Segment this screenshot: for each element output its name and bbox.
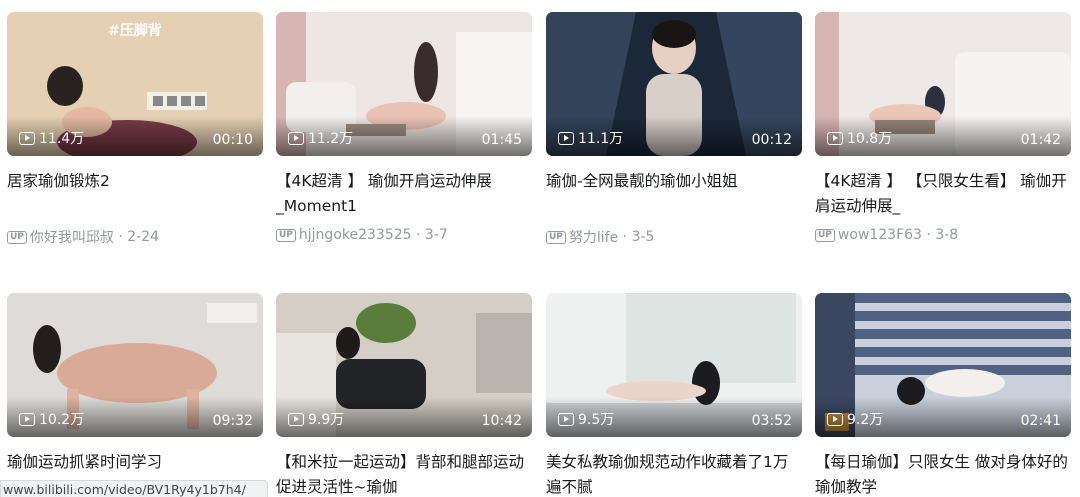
video-title[interactable]: 【每日瑜伽】只限女生 做对身体好的瑜伽教学 (815, 450, 1071, 497)
view-count: 9.2万 (847, 412, 884, 428)
video-title[interactable]: 居家瑜伽锻炼2 (7, 169, 263, 219)
play-count-icon (288, 412, 304, 426)
play-count-icon (19, 131, 35, 145)
view-count: 10.2万 (39, 412, 85, 428)
up-icon: UP (546, 230, 566, 244)
view-count: 9.5万 (578, 412, 615, 428)
video-duration: 10:42 (481, 413, 522, 429)
video-duration: 03:52 (751, 413, 792, 429)
video-card[interactable]: 9.5万 03:52 美女私教瑜伽规范动作收藏着了1万遍不腻 (546, 293, 802, 497)
author-name[interactable]: 你好我叫邱叔 (30, 227, 114, 247)
view-count: 11.1万 (578, 131, 624, 147)
video-thumbnail[interactable]: 9.5万 03:52 (546, 293, 802, 437)
play-count-icon (288, 131, 304, 145)
video-meta: UP hjjngoke233525 · 3-7 (276, 227, 532, 243)
up-icon: UP (815, 228, 835, 242)
up-icon: UP (7, 230, 27, 244)
video-title[interactable]: 【4K超清 】 瑜伽开肩运动伸展_Moment1 (276, 169, 532, 219)
video-duration: 01:45 (481, 132, 522, 148)
play-count-icon (558, 131, 574, 145)
video-thumbnail[interactable]: 10.2万 09:32 (7, 293, 263, 437)
video-card[interactable]: 10.8万 01:42 【4K超清 】 【只限女生看】 瑜伽开肩运动伸展_ UP… (815, 12, 1071, 243)
video-duration: 02:41 (1020, 413, 1061, 429)
video-title[interactable]: 【和米拉一起运动】背部和腿部运动促进灵活性~瑜伽 (276, 450, 532, 497)
publish-date: 3-5 (631, 229, 655, 245)
author-name[interactable]: wow123F63 (838, 227, 922, 243)
view-count: 11.4万 (39, 131, 85, 147)
video-meta: UP wow123F63 · 3-8 (815, 227, 1071, 243)
video-duration: 09:32 (212, 413, 253, 429)
video-card[interactable]: 10.2万 09:32 瑜伽运动抓紧时间学习 (7, 293, 263, 497)
hashtag-label: #压脚背 (108, 23, 162, 39)
video-card[interactable]: #压脚背 11.4万 00:10 居家瑜伽锻炼2 UP 你好我叫邱叔 · 2-2… (7, 12, 263, 247)
video-title[interactable]: 【4K超清 】 【只限女生看】 瑜伽开肩运动伸展_ (815, 169, 1071, 219)
status-url-bar: www.bilibili.com/video/BV1Ry4y1b7h4/ (0, 480, 268, 497)
video-thumbnail[interactable]: 11.2万 01:45 (276, 12, 532, 156)
publish-date: 3-7 (424, 227, 448, 243)
play-count-icon (558, 412, 574, 426)
video-card[interactable]: 11.1万 00:12 瑜伽-全网最靓的瑜伽小姐姐 UP 努力life · 3-… (546, 12, 802, 247)
publish-date: 2-24 (127, 229, 160, 245)
video-duration: 00:12 (751, 132, 792, 148)
video-thumbnail[interactable]: #压脚背 11.4万 00:10 (7, 12, 263, 156)
video-thumbnail[interactable]: 10.8万 01:42 (815, 12, 1071, 156)
play-count-icon (19, 412, 35, 426)
video-title[interactable]: 瑜伽-全网最靓的瑜伽小姐姐 (546, 169, 802, 219)
video-duration: 00:10 (212, 132, 253, 148)
play-count-icon (827, 131, 843, 145)
video-thumbnail[interactable]: 9.2万 02:41 (815, 293, 1071, 437)
publish-date: 3-8 (935, 227, 959, 243)
video-thumbnail[interactable]: 9.9万 10:42 (276, 293, 532, 437)
view-count: 10.8万 (847, 131, 893, 147)
author-name[interactable]: 努力life (569, 227, 618, 247)
play-count-icon (827, 412, 843, 426)
view-count: 11.2万 (308, 131, 354, 147)
video-thumbnail[interactable]: 11.1万 00:12 (546, 12, 802, 156)
video-card[interactable]: 9.2万 02:41 【每日瑜伽】只限女生 做对身体好的瑜伽教学 (815, 293, 1071, 497)
view-count: 9.9万 (308, 412, 345, 428)
up-icon: UP (276, 228, 296, 242)
author-name[interactable]: hjjngoke233525 (299, 227, 412, 243)
video-title[interactable]: 美女私教瑜伽规范动作收藏着了1万遍不腻 (546, 450, 802, 497)
video-grid: #压脚背 11.4万 00:10 居家瑜伽锻炼2 UP 你好我叫邱叔 · 2-2… (0, 0, 1080, 497)
video-meta: UP 努力life · 3-5 (546, 227, 802, 247)
video-duration: 01:42 (1020, 132, 1061, 148)
video-card[interactable]: 9.9万 10:42 【和米拉一起运动】背部和腿部运动促进灵活性~瑜伽 (276, 293, 532, 497)
video-card[interactable]: 11.2万 01:45 【4K超清 】 瑜伽开肩运动伸展_Moment1 UP … (276, 12, 532, 243)
video-meta: UP 你好我叫邱叔 · 2-24 (7, 227, 263, 247)
